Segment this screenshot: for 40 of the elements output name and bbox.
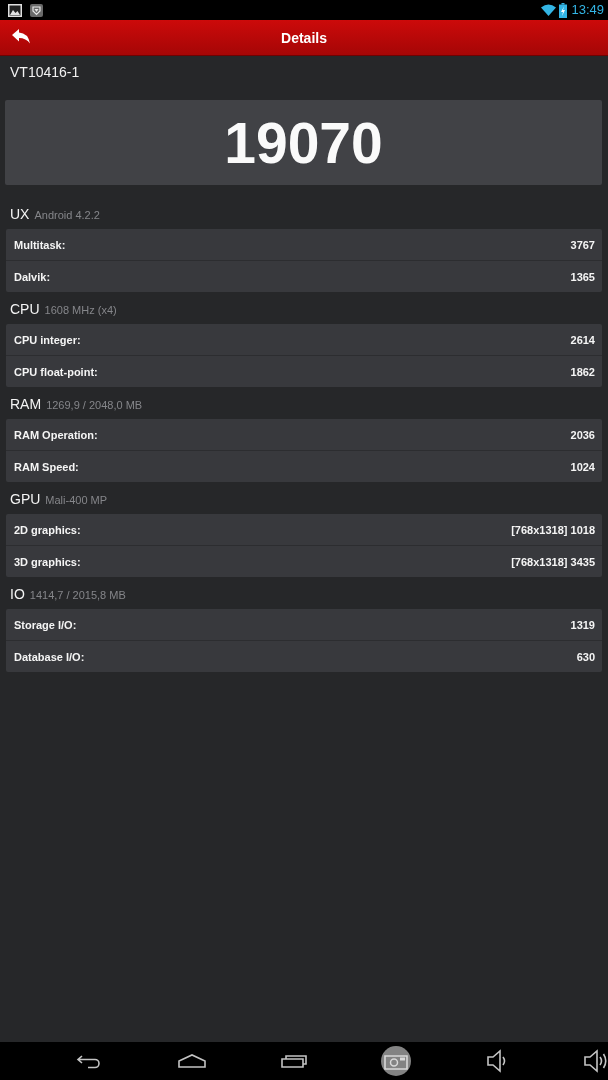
status-time: 13:49 bbox=[571, 2, 604, 18]
result-value: 1024 bbox=[570, 460, 595, 473]
result-value: 1862 bbox=[570, 365, 595, 378]
result-value: 1365 bbox=[570, 270, 595, 283]
result-label: RAM Speed: bbox=[14, 460, 79, 473]
result-label: RAM Operation: bbox=[14, 428, 98, 441]
section-title: CPU bbox=[10, 301, 40, 317]
section-title: RAM bbox=[10, 396, 42, 412]
wifi-icon bbox=[541, 4, 557, 16]
section-subtitle: 1269,9 / 2048,0 MB bbox=[46, 399, 143, 411]
result-value: 3767 bbox=[570, 238, 595, 251]
shield-icon bbox=[30, 3, 43, 17]
section-title: IO bbox=[10, 586, 25, 602]
result-label: CPU integer: bbox=[14, 333, 81, 346]
result-value: 2036 bbox=[570, 428, 595, 441]
section-subtitle: 1414,7 / 2015,8 MB bbox=[29, 589, 126, 601]
section-subtitle: 1608 MHz (x4) bbox=[44, 304, 117, 316]
battery-charging-icon bbox=[559, 2, 568, 18]
section-title: GPU bbox=[10, 491, 41, 507]
result-value: [768x1318] 1018 bbox=[511, 523, 595, 536]
device-name: VT10416-1 bbox=[10, 64, 80, 80]
result-value: 2614 bbox=[570, 333, 595, 346]
result-label: Dalvik: bbox=[14, 270, 51, 283]
image-icon bbox=[8, 3, 22, 17]
result-value: 630 bbox=[576, 650, 595, 663]
result-label: Database I/O: bbox=[14, 650, 85, 663]
section-subtitle: Android 4.2.2 bbox=[34, 209, 100, 221]
result-label: 2D graphics: bbox=[14, 523, 81, 536]
result-label: CPU float-point: bbox=[14, 365, 98, 378]
section-subtitle: Mali-400 MP bbox=[45, 494, 108, 506]
result-label: Storage I/O: bbox=[14, 618, 77, 631]
screenshot-icon[interactable] bbox=[381, 1046, 411, 1076]
back-arrow-icon[interactable] bbox=[12, 29, 30, 44]
result-label: Multitask: bbox=[14, 238, 66, 251]
total-score: 19070 bbox=[224, 112, 383, 173]
result-value: 1319 bbox=[570, 618, 595, 631]
screen-title: Details bbox=[281, 29, 327, 46]
result-value: [768x1318] 3435 bbox=[511, 555, 595, 568]
result-label: 3D graphics: bbox=[14, 555, 81, 568]
section-title: UX bbox=[10, 206, 30, 222]
